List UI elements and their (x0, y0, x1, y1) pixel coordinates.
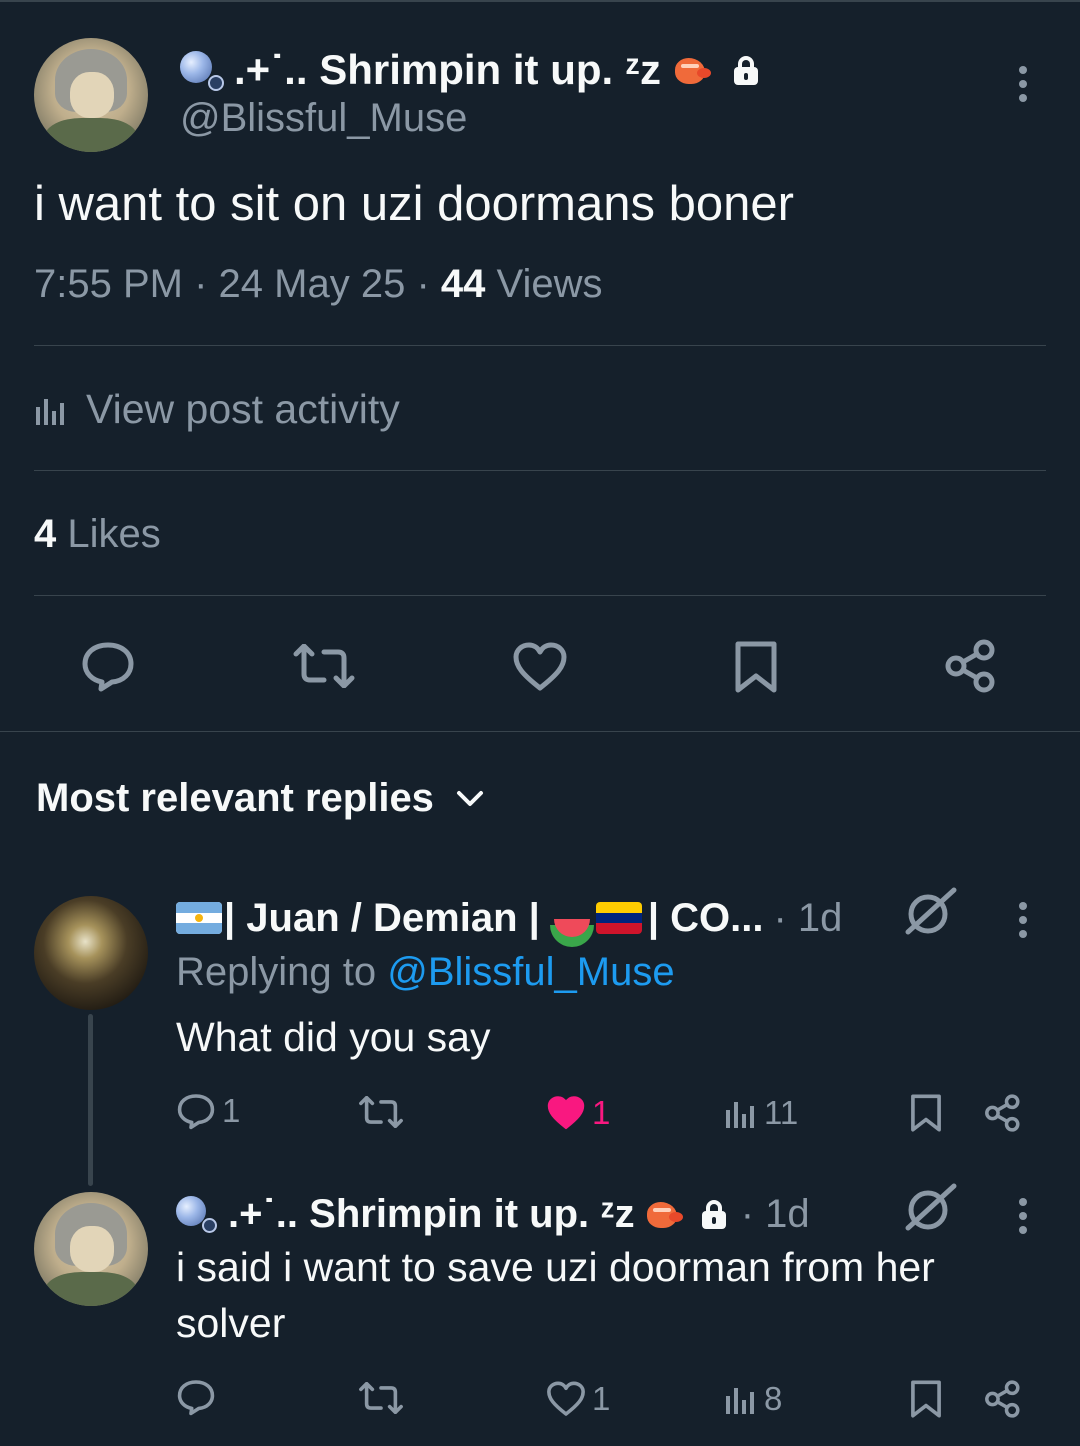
reply-author-name[interactable]: | Juan / Demian | | CO... · 1d (176, 892, 842, 944)
more-icon[interactable] (1018, 66, 1028, 102)
repost-button[interactable] (292, 644, 356, 688)
repost-icon (293, 644, 355, 688)
reply-icon (177, 1094, 215, 1130)
bookmark-button[interactable] (910, 1379, 942, 1419)
replying-to-label: Replying to (176, 950, 377, 994)
views-count: 44 (440, 262, 486, 306)
reply-button[interactable] (176, 1378, 216, 1416)
watermelon-icon (550, 903, 594, 933)
bookmark-button[interactable] (910, 1093, 942, 1133)
reply-count: 1 (222, 1092, 241, 1129)
more-icon[interactable] (1018, 902, 1028, 938)
divider (0, 731, 1080, 732)
thread-connector (88, 1014, 93, 1186)
reply-name-prefix: | Juan / Demian | (224, 895, 540, 940)
more-icon[interactable] (1018, 1198, 1028, 1234)
meta-separator: · (194, 262, 208, 306)
likes-count: 4 (34, 512, 57, 556)
likes-summary[interactable]: 4 Likes (34, 512, 161, 557)
repost-icon (359, 1096, 403, 1128)
bookmark-icon (911, 1094, 941, 1132)
analytics-icon (36, 398, 64, 425)
view-activity-label: View post activity (86, 386, 400, 432)
reply-button[interactable] (80, 640, 136, 692)
post-meta: 7:55 PM · 24 May 25 · 44 Views (34, 262, 603, 307)
reply-author-name[interactable]: .+˙.. Shrimpin it up. ᶻz · 1d (176, 1188, 810, 1240)
reply-button[interactable]: 1 (176, 1092, 240, 1130)
share-icon (945, 639, 995, 693)
grok-icon[interactable] (902, 886, 958, 938)
post-time[interactable]: 7:55 PM (34, 262, 183, 306)
share-icon (985, 1094, 1020, 1132)
grok-icon[interactable] (902, 1182, 958, 1234)
meta-separator: · (416, 262, 430, 306)
reply-text: What did you say (176, 1014, 491, 1060)
replying-to: Replying to @Blissful_Muse (176, 950, 675, 995)
author-name[interactable]: .+˙.. Shrimpin it up. ᶻz (180, 44, 759, 96)
like-icon (513, 642, 567, 691)
replying-to-handle[interactable]: @Blissful_Muse (387, 950, 674, 994)
shrimp-icon (671, 52, 715, 88)
like-count: 1 (592, 1094, 611, 1131)
views-button[interactable]: 8 (724, 1380, 782, 1418)
like-button[interactable] (512, 642, 568, 692)
post-text: i want to sit on uzi doormans boner (34, 177, 794, 231)
like-icon (547, 1381, 585, 1416)
reply-text-line1: i said i want to save uzi doorman from h… (176, 1244, 935, 1290)
analytics-icon (726, 1388, 754, 1414)
reply-icon (82, 642, 134, 692)
views-label: Views (496, 262, 603, 306)
reply-avatar[interactable] (34, 1192, 148, 1306)
reply-display-name: .+˙.. Shrimpin it up. ᶻz (228, 1191, 635, 1236)
shrimp-icon (643, 1196, 687, 1232)
share-button[interactable] (944, 638, 998, 694)
like-button[interactable]: 1 (546, 1380, 610, 1418)
bubbles-icon (176, 1192, 224, 1236)
replies-sort-label: Most relevant replies (36, 776, 434, 820)
share-button[interactable] (984, 1093, 1022, 1133)
bubbles-icon (180, 47, 230, 93)
reply-name-suffix: | CO... (647, 895, 764, 940)
share-icon (985, 1380, 1020, 1418)
like-count: 1 (592, 1380, 611, 1417)
repost-button[interactable] (358, 1096, 404, 1128)
divider (34, 595, 1046, 596)
likes-label: Likes (67, 512, 161, 556)
like-button[interactable]: 1 (546, 1094, 610, 1132)
view-count: 11 (764, 1094, 799, 1131)
venezuela-flag-icon (595, 902, 642, 934)
views-button[interactable]: 11 (724, 1094, 798, 1132)
reply-time[interactable]: · 1d (741, 1192, 810, 1237)
chevron-down-icon (456, 790, 483, 806)
repost-icon (359, 1382, 403, 1414)
post-action-bar (0, 632, 1080, 702)
author-display-name: .+˙.. Shrimpin it up. ᶻz (234, 46, 662, 93)
analytics-icon (726, 1102, 754, 1128)
share-button[interactable] (984, 1379, 1022, 1419)
reply-time[interactable]: · 1d (773, 896, 842, 941)
view-count: 8 (764, 1380, 783, 1417)
bookmark-button[interactable] (734, 640, 778, 694)
top-divider (0, 0, 1080, 2)
divider (34, 345, 1046, 346)
bookmark-icon (735, 641, 777, 693)
lock-icon (701, 1199, 727, 1229)
author-handle[interactable]: @Blissful_Muse (180, 96, 467, 141)
divider (34, 470, 1046, 471)
argentina-flag-icon (176, 902, 222, 934)
bookmark-icon (911, 1380, 941, 1418)
view-activity-link[interactable]: View post activity (34, 386, 400, 433)
reply-avatar[interactable] (34, 896, 148, 1010)
repost-button[interactable] (358, 1382, 404, 1414)
author-avatar[interactable] (34, 38, 148, 152)
post-date[interactable]: 24 May 25 (219, 262, 406, 306)
like-icon (547, 1096, 585, 1130)
lock-icon (733, 55, 759, 85)
replies-sort-dropdown[interactable]: Most relevant replies (36, 776, 484, 821)
reply-text-line2: solver (176, 1300, 286, 1346)
reply-icon (177, 1380, 215, 1416)
